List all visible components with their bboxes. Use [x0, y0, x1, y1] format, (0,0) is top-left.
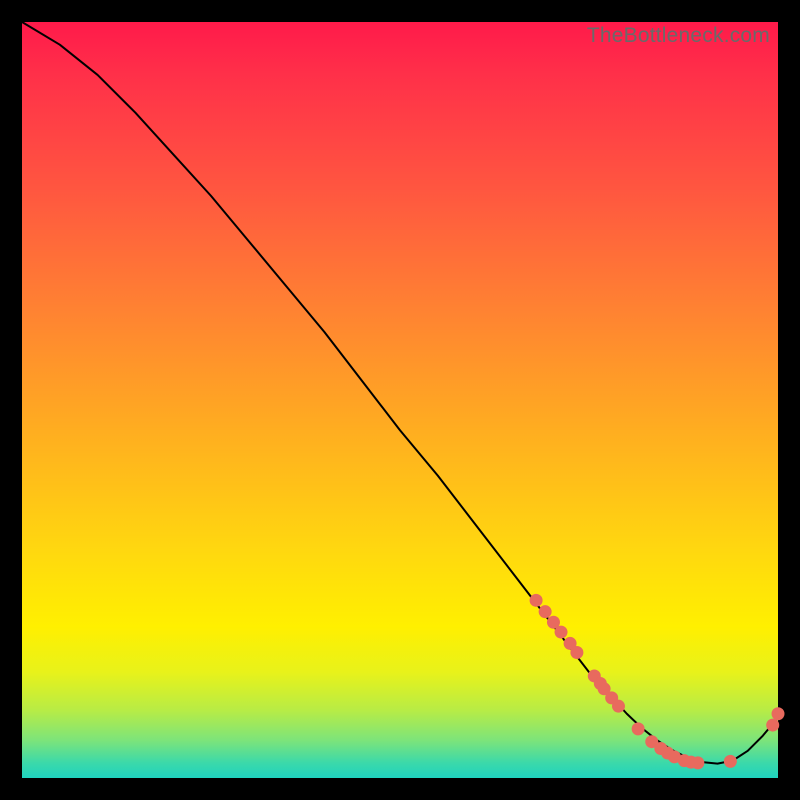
curve-marker: [612, 700, 625, 713]
chart-frame: TheBottleneck.com: [0, 0, 800, 800]
curve-marker: [632, 722, 645, 735]
curve-marker: [772, 707, 785, 720]
curve-marker: [555, 626, 568, 639]
curve-marker: [530, 594, 543, 607]
curve-marker: [539, 605, 552, 618]
curve-marker: [570, 646, 583, 659]
curve-markers-group: [530, 594, 785, 770]
curve-marker: [724, 755, 737, 768]
curve-marker: [766, 719, 779, 732]
chart-svg: [22, 22, 778, 778]
plot-area: TheBottleneck.com: [22, 22, 778, 778]
curve-marker: [691, 756, 704, 769]
bottleneck-curve: [22, 22, 778, 764]
